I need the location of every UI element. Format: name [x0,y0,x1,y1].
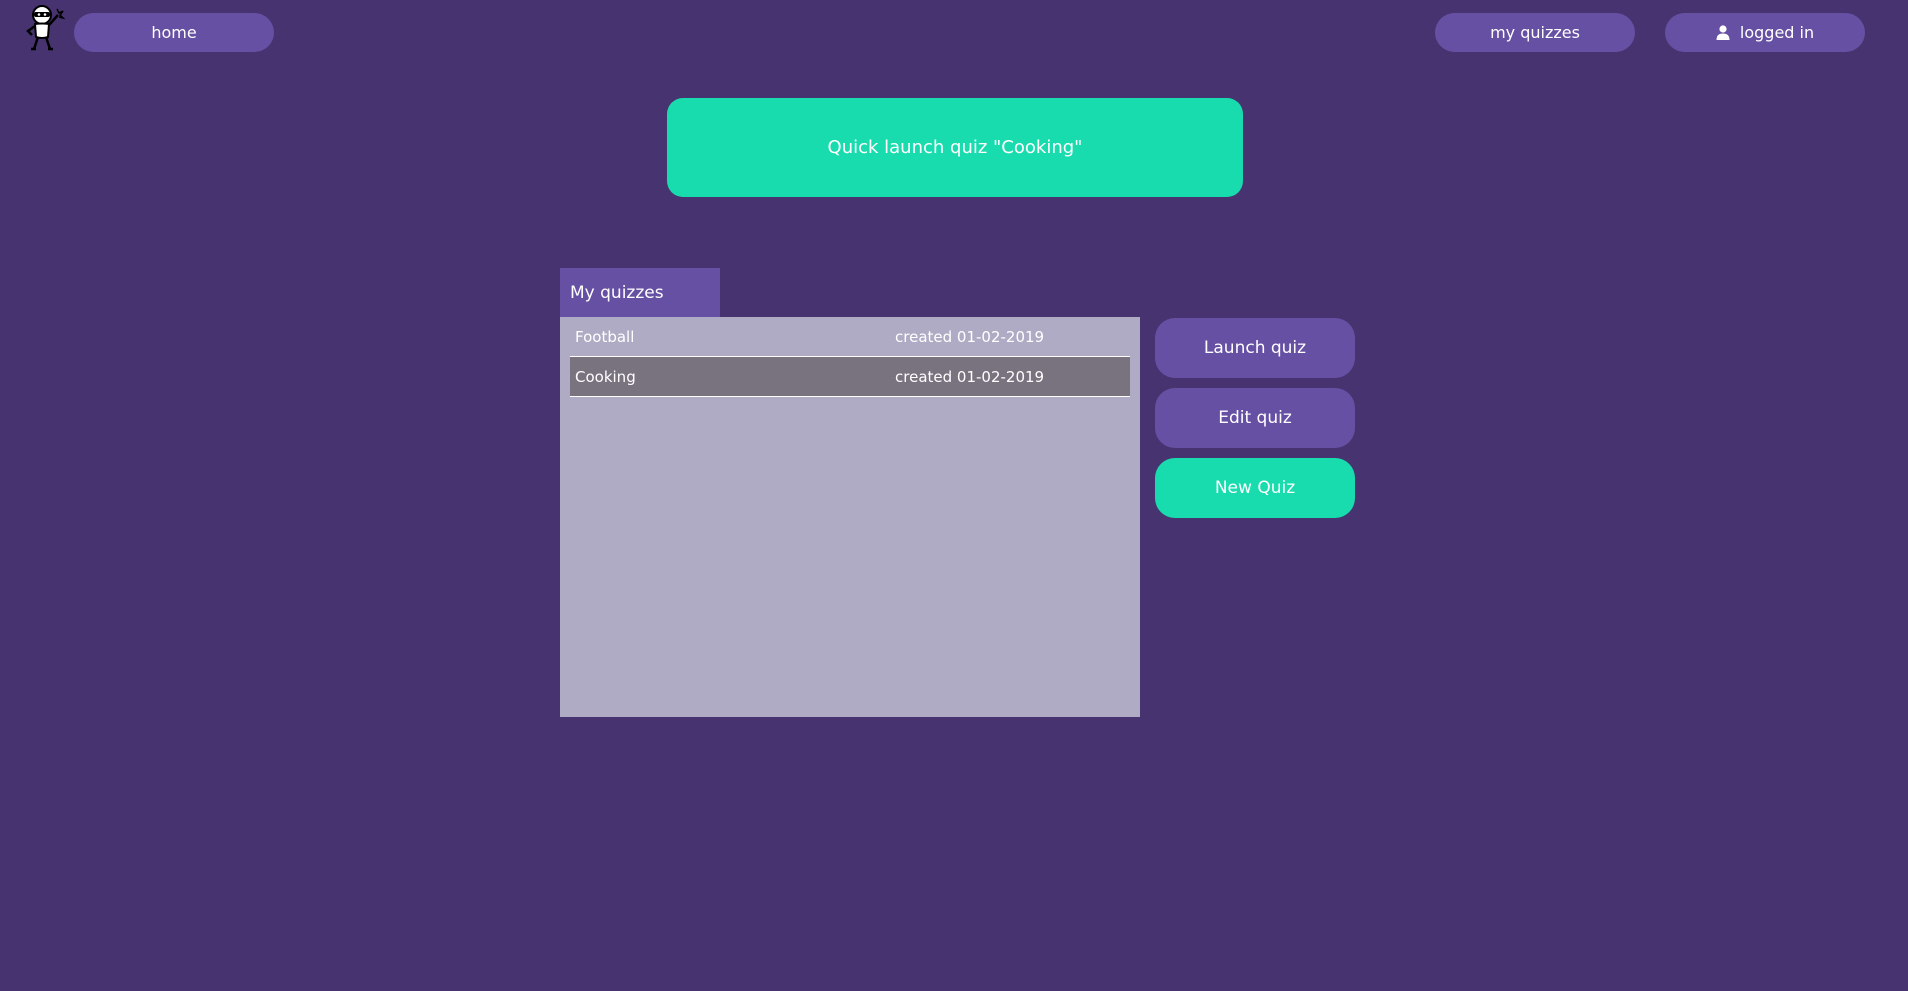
edit-quiz-button[interactable]: Edit quiz [1155,388,1355,448]
quiz-created-date: created 01-02-2019 [895,327,1045,346]
user-icon [1716,25,1730,40]
my-quizzes-label: my quizzes [1490,23,1580,42]
quick-launch-button[interactable]: Quick launch quiz "Cooking" [667,98,1243,197]
quick-launch-label: Quick launch quiz "Cooking" [827,137,1083,158]
edit-quiz-label: Edit quiz [1218,408,1292,428]
quiz-name: Cooking [575,367,636,386]
my-quizzes-button[interactable]: my quizzes [1435,13,1635,52]
quiz-created-date: created 01-02-2019 [895,367,1045,386]
quiz-list-item-cooking[interactable]: Cooking created 01-02-2019 [570,357,1130,397]
quiz-list-item-football[interactable]: Football created 01-02-2019 [570,317,1130,357]
quiz-name: Football [575,327,635,346]
quiz-list: Football created 01-02-2019 Cooking crea… [560,317,1140,717]
home-label: home [151,23,197,42]
new-quiz-label: New Quiz [1214,478,1296,498]
home-button[interactable]: home [74,13,274,52]
page: home my quizzes logged in Quick launch q… [0,0,1908,991]
launch-quiz-button[interactable]: Launch quiz [1155,318,1355,378]
panel-title-label: My quizzes [570,282,664,303]
login-button[interactable]: logged in [1665,13,1865,52]
new-quiz-button[interactable]: New Quiz [1155,458,1355,518]
ninja-logo-icon[interactable] [22,3,66,53]
login-label: logged in [1739,23,1815,42]
my-quizzes-panel-title: My quizzes [560,268,720,317]
launch-quiz-label: Launch quiz [1203,338,1307,358]
